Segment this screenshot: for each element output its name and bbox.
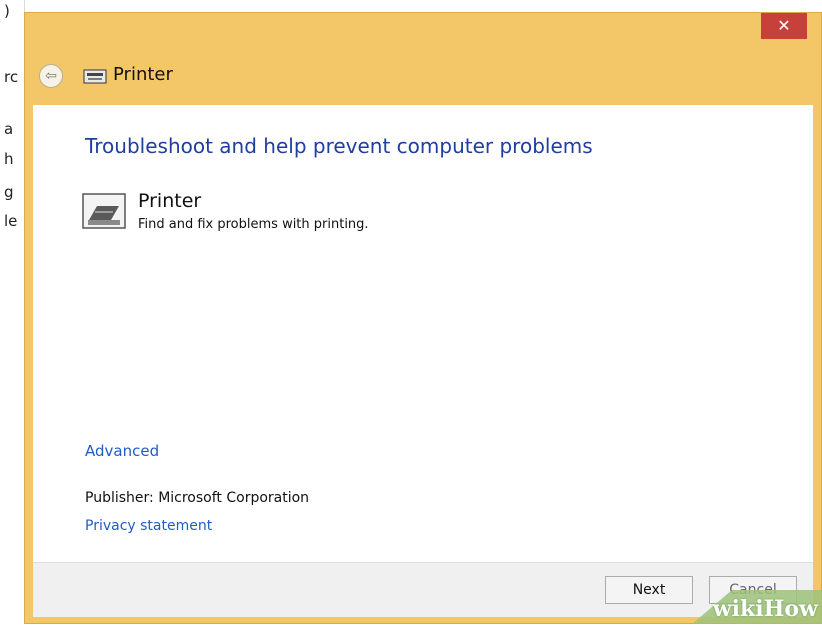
bg-fragment: ) [4,2,10,20]
back-button[interactable]: ⇦ [39,64,63,88]
bg-fragment: h [4,150,14,168]
troubleshooter-item-title[interactable]: Printer [138,190,201,212]
background-window-strip: ) rc a h g le [0,0,25,624]
publisher-text: Publisher: Microsoft Corporation [85,490,310,506]
bg-fragment: a [4,120,14,138]
printer-icon [83,69,107,84]
watermark-text: wikiHow [712,596,818,622]
back-arrow-icon: ⇦ [45,68,57,84]
window-title: Printer [113,64,173,85]
wikihow-watermark-logo: wikiHow [672,580,822,624]
close-button[interactable]: ✕ [761,13,807,39]
printer-icon [82,193,126,229]
bg-fragment: g [4,183,14,201]
advanced-link[interactable]: Advanced [85,442,159,460]
privacy-statement-link[interactable]: Privacy statement [85,518,212,534]
close-icon: ✕ [777,16,791,35]
page-heading: Troubleshoot and help prevent computer p… [85,134,593,158]
troubleshooter-window: ✕ ⇦ Printer Troubleshoot and help preven… [24,12,822,624]
troubleshooter-item-description: Find and fix problems with printing. [138,217,369,232]
content-panel: Troubleshoot and help prevent computer p… [33,105,813,562]
bg-fragment: rc [4,68,19,86]
bg-fragment: le [4,212,18,230]
